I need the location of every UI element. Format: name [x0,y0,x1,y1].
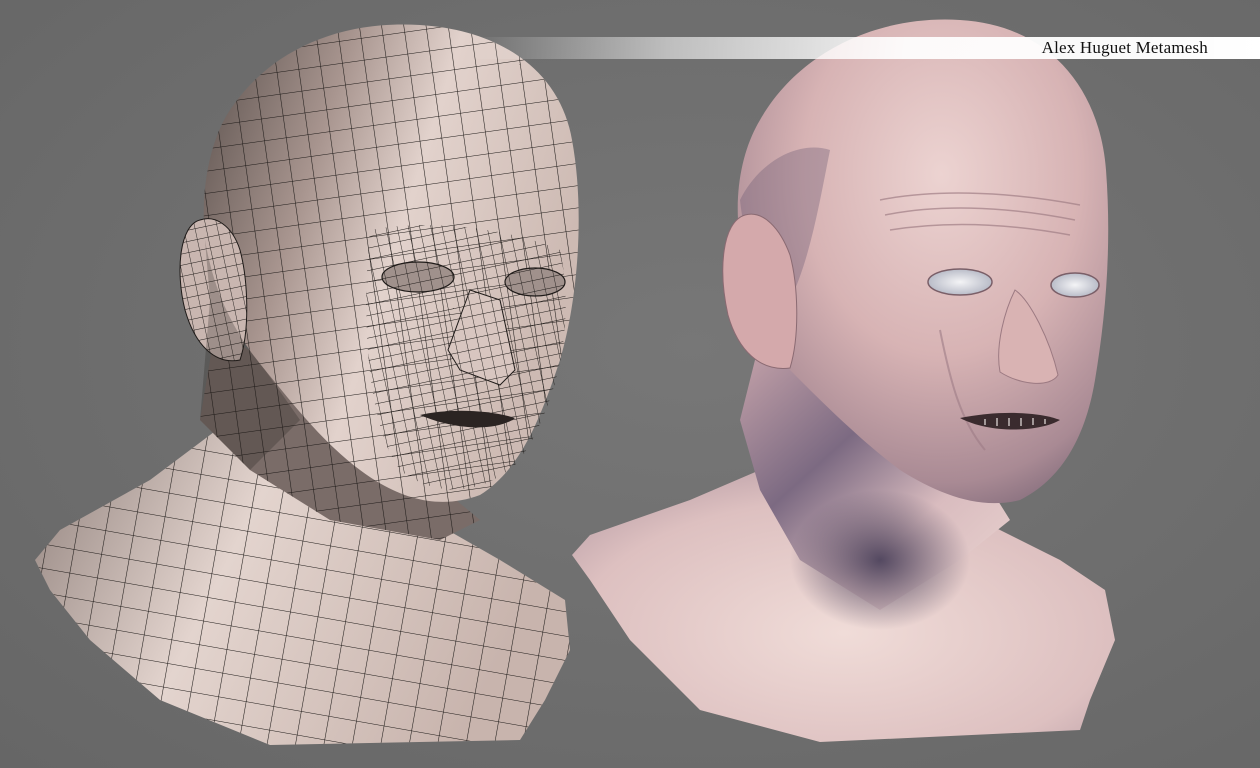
wireframe-bust [35,24,579,745]
title-banner: Alex Huguet Metamesh [470,37,1260,59]
sculpt-eye-left [927,268,993,296]
render-illustration [35,19,1115,745]
sculpt-eye-right [1050,272,1100,298]
artist-title: Alex Huguet Metamesh [1041,38,1208,57]
image-canvas: Alex Huguet Metamesh [0,0,1260,768]
sculpted-bust [572,19,1115,742]
